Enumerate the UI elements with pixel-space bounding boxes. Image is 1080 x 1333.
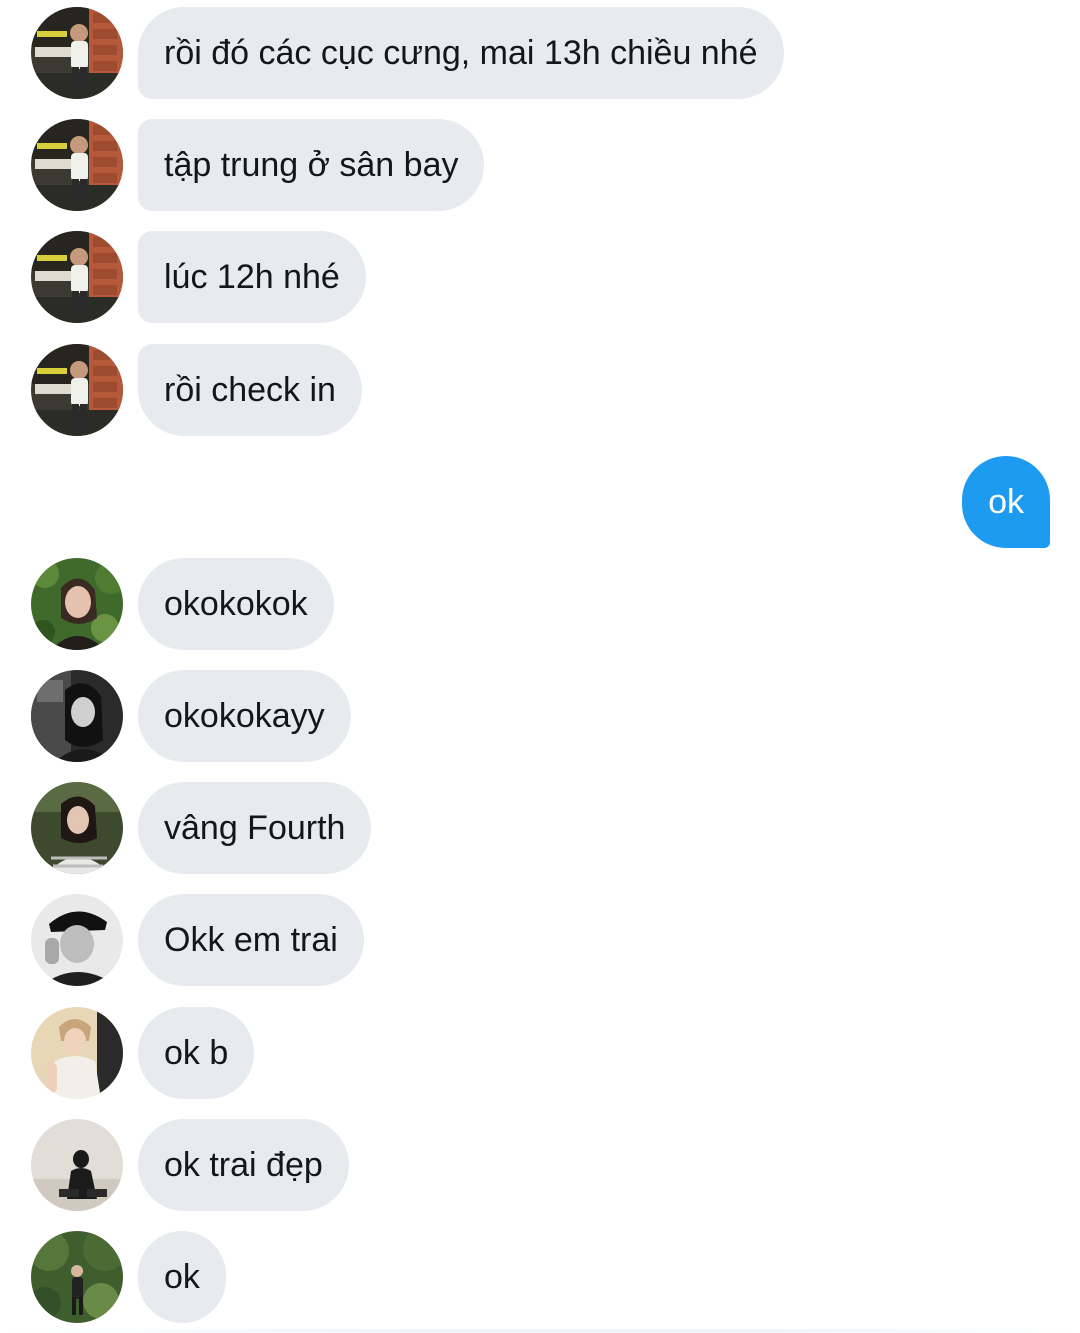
avatar-image-icon: [31, 1231, 123, 1323]
avatar[interactable]: [31, 558, 123, 650]
avatar[interactable]: [31, 344, 123, 436]
avatar[interactable]: [31, 894, 123, 986]
avatar[interactable]: [31, 7, 123, 99]
avatar[interactable]: [31, 231, 123, 323]
message-bubble[interactable]: lúc 12h nhé: [138, 231, 366, 323]
message-row: rồi check in: [0, 344, 1080, 436]
avatar[interactable]: [31, 1007, 123, 1099]
message-bubble[interactable]: ok: [138, 1231, 226, 1323]
message-bubble[interactable]: Okk em trai: [138, 894, 364, 986]
avatar-image-icon: [31, 1119, 123, 1211]
message-bubble[interactable]: ok trai đẹp: [138, 1119, 349, 1211]
message-row: ok trai đẹp: [0, 1119, 1080, 1211]
avatar-image-icon: [31, 670, 123, 762]
message-bubble[interactable]: tập trung ở sân bay: [138, 119, 485, 211]
message-row: tập trung ở sân bay: [0, 119, 1080, 211]
message-row: Okk em trai: [0, 894, 1080, 986]
message-bubble[interactable]: rồi check in: [138, 344, 362, 436]
avatar-image-icon: [31, 558, 123, 650]
message-bubble[interactable]: rồi đó các cục cưng, mai 13h chiều nhé: [138, 7, 784, 99]
avatar[interactable]: [31, 782, 123, 874]
avatar[interactable]: [31, 1231, 123, 1323]
message-row: vâng Fourth: [0, 782, 1080, 874]
avatar-image-icon: [31, 231, 123, 323]
message-bubble[interactable]: okokokayy: [138, 670, 351, 762]
avatar-image-icon: [31, 782, 123, 874]
message-row: lúc 12h nhé: [0, 231, 1080, 323]
message-bubble[interactable]: ok b: [138, 1007, 255, 1099]
avatar[interactable]: [31, 119, 123, 211]
avatar[interactable]: [31, 670, 123, 762]
avatar-image-icon: [31, 7, 123, 99]
avatar-image-icon: [31, 344, 123, 436]
avatar-image-icon: [31, 894, 123, 986]
avatar[interactable]: [31, 1119, 123, 1211]
message-row: ok: [0, 1231, 1080, 1323]
bottom-divider: [0, 1329, 1080, 1333]
message-row: okokokok: [0, 558, 1080, 650]
avatar-image-icon: [31, 1007, 123, 1099]
message-row: ok b: [0, 1007, 1080, 1099]
message-bubble[interactable]: vâng Fourth: [138, 782, 372, 874]
message-row: okokokayy: [0, 670, 1080, 762]
avatar-image-icon: [31, 119, 123, 211]
message-bubble[interactable]: okokokok: [138, 558, 334, 650]
message-row: rồi đó các cục cưng, mai 13h chiều nhé: [0, 7, 1080, 99]
my-message-bubble[interactable]: ok: [962, 456, 1050, 548]
